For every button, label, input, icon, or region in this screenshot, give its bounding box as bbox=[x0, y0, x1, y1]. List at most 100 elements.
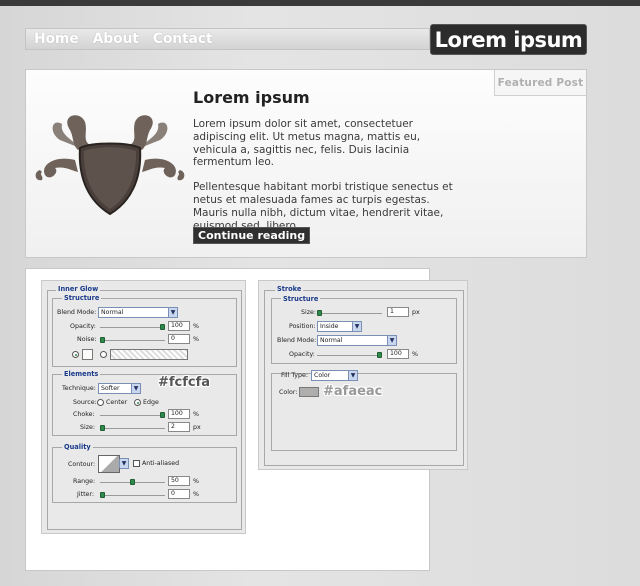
chevron-down-icon: ▼ bbox=[352, 322, 361, 331]
jitter-label: Jitter: bbox=[77, 491, 95, 498]
position-label: Position: bbox=[289, 323, 316, 330]
jitter-slider-thumb[interactable] bbox=[100, 492, 105, 498]
stroke-size-label: Size: bbox=[301, 309, 317, 316]
source-center-radio[interactable] bbox=[97, 399, 104, 406]
post-paragraph-2: Pellentesque habitant morbi tristique se… bbox=[193, 181, 453, 232]
glow-color-swatch[interactable] bbox=[82, 349, 93, 360]
stroke-size-slider[interactable] bbox=[317, 310, 382, 316]
jitter-input[interactable]: 0 bbox=[168, 489, 190, 499]
blend-mode-label: Blend Mode: bbox=[57, 309, 97, 316]
size-px: px bbox=[193, 424, 201, 431]
source-edge-radio[interactable] bbox=[134, 399, 141, 406]
nav-contact-link[interactable]: Contact bbox=[153, 31, 213, 47]
noise-label: Noise: bbox=[77, 336, 97, 343]
chevron-down-icon: ▼ bbox=[131, 384, 140, 393]
technique-select[interactable]: Softer ▼ bbox=[98, 383, 141, 394]
stroke-size-px: px bbox=[412, 309, 420, 316]
size-slider[interactable] bbox=[100, 425, 165, 431]
main-nav: Home About Contact bbox=[25, 28, 430, 50]
choke-input[interactable]: 100 bbox=[168, 409, 190, 419]
range-slider-thumb[interactable] bbox=[130, 479, 135, 485]
color-label: Color: bbox=[279, 389, 298, 396]
stroke-opacity-slider[interactable] bbox=[317, 352, 382, 358]
contour-label: Contour: bbox=[68, 461, 96, 468]
stroke-color-note: #afaeac bbox=[323, 384, 383, 399]
stroke-color-swatch[interactable] bbox=[299, 387, 319, 397]
featured-post: Featured Post Lorem ipsum Lorem ipsum do… bbox=[25, 69, 587, 258]
gradient-picker[interactable] bbox=[110, 349, 188, 360]
size-input[interactable]: 2 bbox=[168, 422, 190, 432]
shield-crest-icon bbox=[35, 115, 185, 216]
jitter-percent: % bbox=[193, 491, 199, 498]
position-value: Inside bbox=[320, 323, 339, 330]
nav-about-link[interactable]: About bbox=[93, 31, 139, 47]
noise-input[interactable]: 0 bbox=[168, 334, 190, 344]
contour-picker[interactable] bbox=[98, 455, 120, 473]
stroke-opacity-input[interactable]: 100 bbox=[387, 349, 409, 359]
range-percent: % bbox=[193, 478, 199, 485]
continue-reading-button[interactable]: Continue reading bbox=[193, 227, 311, 244]
opacity-slider-thumb[interactable] bbox=[160, 324, 165, 330]
technique-label: Technique: bbox=[62, 385, 96, 392]
range-label: Range: bbox=[73, 478, 96, 485]
fill-type-label: Fill Type: bbox=[281, 372, 308, 379]
quality-title: Quality bbox=[62, 443, 93, 451]
top-bar bbox=[0, 0, 640, 6]
chevron-down-icon: ▼ bbox=[348, 371, 357, 380]
blend-mode-select[interactable]: Normal ▼ bbox=[98, 307, 178, 318]
stroke-panel: Stroke Structure Size: 1 px Position: In… bbox=[258, 280, 468, 470]
source-edge-label: Edge bbox=[143, 399, 159, 406]
stroke-size-input[interactable]: 1 bbox=[387, 307, 409, 317]
jitter-slider[interactable] bbox=[100, 492, 165, 498]
stroke-opacity-percent: % bbox=[412, 351, 418, 358]
opacity-label: Opacity: bbox=[70, 323, 96, 330]
stroke-blend-mode-value: Normal bbox=[320, 337, 343, 344]
post-body: Lorem ipsum dolor sit amet, consectetuer… bbox=[193, 118, 453, 244]
choke-percent: % bbox=[193, 411, 199, 418]
inner-glow-panel: Inner Glow Structure Blend Mode: Normal ▼… bbox=[41, 280, 246, 534]
post-paragraph-1: Lorem ipsum dolor sit amet, consectetuer… bbox=[193, 118, 421, 169]
source-label: Source: bbox=[73, 399, 97, 406]
noise-slider-thumb[interactable] bbox=[100, 337, 105, 343]
technique-value: Softer bbox=[101, 385, 120, 392]
featured-post-tab: Featured Post bbox=[494, 70, 586, 96]
anti-aliased-checkbox[interactable] bbox=[133, 460, 140, 467]
stroke-blend-mode-label: Blend Mode: bbox=[277, 337, 317, 344]
opacity-percent: % bbox=[193, 323, 199, 330]
opacity-input[interactable]: 100 bbox=[168, 321, 190, 331]
opacity-slider[interactable] bbox=[100, 324, 165, 330]
structure-title: Structure bbox=[62, 294, 102, 302]
choke-slider[interactable] bbox=[100, 412, 165, 418]
stroke-structure-title: Structure bbox=[281, 295, 321, 303]
choke-slider-thumb[interactable] bbox=[160, 412, 165, 418]
range-slider[interactable] bbox=[100, 479, 165, 485]
contour-dropdown[interactable]: ▼ bbox=[119, 458, 129, 469]
source-center-label: Center bbox=[106, 399, 128, 406]
gradient-radio[interactable] bbox=[100, 351, 107, 358]
anti-aliased-label: Anti-aliased bbox=[142, 460, 180, 467]
blend-mode-value: Normal bbox=[101, 309, 124, 316]
elements-title: Elements bbox=[62, 370, 101, 378]
glow-color-note: #fcfcfa bbox=[158, 375, 211, 390]
site-logo[interactable]: Lorem ipsum bbox=[430, 24, 587, 55]
stroke-size-slider-thumb[interactable] bbox=[317, 310, 322, 316]
stroke-blend-mode-select[interactable]: Normal ▼ bbox=[317, 335, 397, 346]
chevron-down-icon: ▼ bbox=[119, 459, 128, 468]
inner-glow-title: Inner Glow bbox=[56, 285, 101, 293]
size-slider-thumb[interactable] bbox=[100, 425, 105, 431]
chevron-down-icon: ▼ bbox=[387, 336, 396, 345]
choke-label: Choke: bbox=[73, 411, 95, 418]
post-title: Lorem ipsum bbox=[193, 88, 310, 107]
noise-slider[interactable] bbox=[100, 337, 165, 343]
color-radio[interactable] bbox=[72, 351, 79, 358]
stroke-opacity-label: Opacity: bbox=[289, 351, 315, 358]
range-input[interactable]: 50 bbox=[168, 476, 190, 486]
fill-type-value: Color bbox=[314, 372, 331, 379]
stroke-opacity-slider-thumb[interactable] bbox=[377, 352, 382, 358]
noise-percent: % bbox=[193, 336, 199, 343]
position-select[interactable]: Inside ▼ bbox=[317, 321, 362, 332]
stroke-title: Stroke bbox=[275, 285, 304, 293]
nav-home-link[interactable]: Home bbox=[34, 31, 79, 47]
size-label: Size: bbox=[80, 424, 96, 431]
fill-type-select[interactable]: Color ▼ bbox=[311, 370, 358, 381]
